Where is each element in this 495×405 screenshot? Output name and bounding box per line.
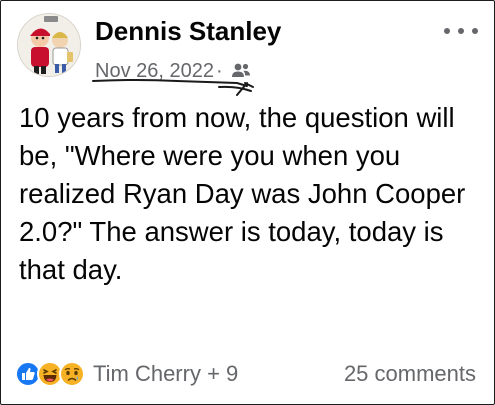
- sad-reaction-icon: [59, 361, 85, 387]
- post-footer: Tim Cherry + 9 25 comments: [15, 357, 476, 391]
- author-name[interactable]: Dennis Stanley: [95, 15, 281, 47]
- meta-separator: ·: [215, 59, 223, 82]
- more-dot: [458, 28, 464, 34]
- more-dot: [444, 28, 450, 34]
- reaction-names[interactable]: Tim Cherry + 9: [93, 361, 238, 387]
- friends-icon[interactable]: [231, 62, 251, 80]
- post-date[interactable]: Nov 26, 2022: [95, 60, 214, 83]
- post-message: 10 years from now, the question will be,…: [19, 102, 466, 285]
- more-dot: [472, 28, 478, 34]
- more-options-icon[interactable]: [444, 25, 478, 37]
- author-avatar[interactable]: [17, 13, 81, 77]
- reaction-summary[interactable]: [15, 361, 85, 387]
- avatar-cartoon-icon: [18, 14, 80, 76]
- post-card: Dennis Stanley Nov 26, 2022 · 10 years f…: [0, 0, 495, 405]
- comments-count[interactable]: 25 comments: [344, 361, 476, 387]
- post-meta: Nov 26, 2022 ·: [95, 58, 251, 84]
